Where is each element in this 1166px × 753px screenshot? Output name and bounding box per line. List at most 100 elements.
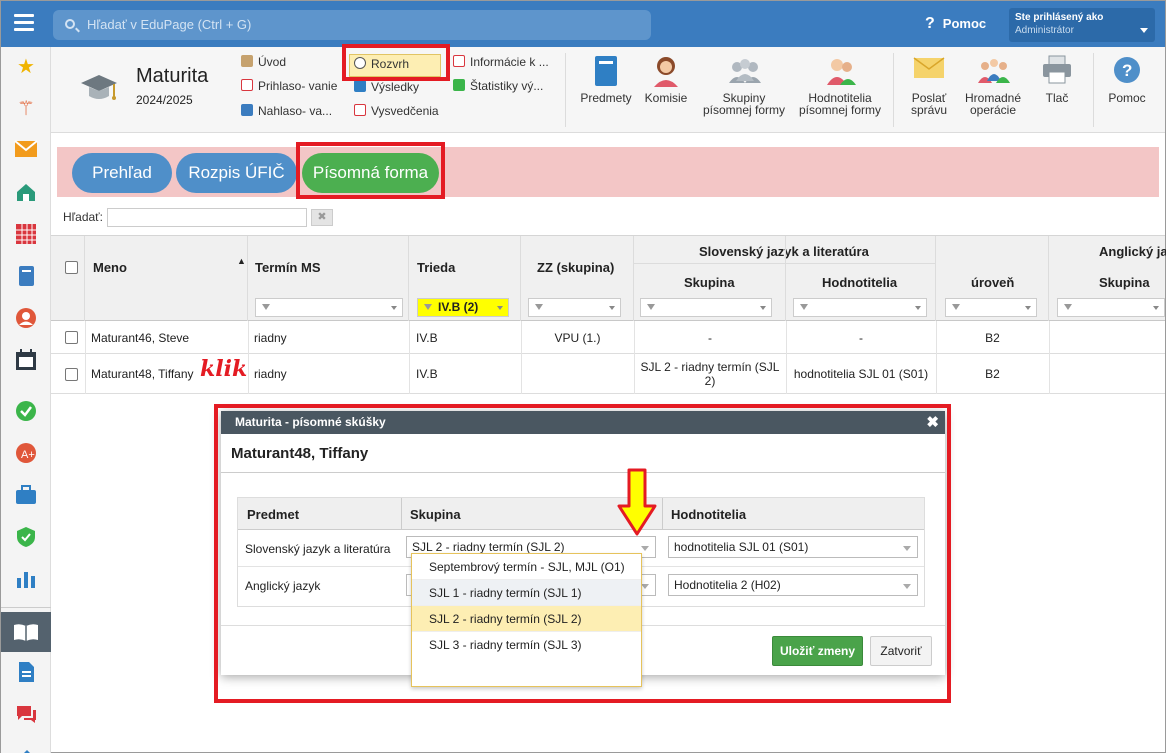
menu-nahlasovanie[interactable]: Nahlaso- va...	[241, 104, 332, 118]
dialog-predmet: Slovenský jazyk a literatúra	[245, 542, 391, 556]
dialog-col-hodnotitelia: Hodnotitelia	[671, 507, 747, 522]
cell-meno[interactable]: Maturant48, Tiffany	[91, 367, 194, 381]
sidebar-item-maturita-selected[interactable]	[1, 612, 51, 652]
filter-aj-skupina[interactable]	[1057, 298, 1165, 317]
poslat-spravu-button[interactable]: Poslať správu	[904, 55, 954, 116]
table-row[interactable]: Maturant46, Steve riadny IV.B VPU (1.) -…	[51, 321, 1165, 354]
dialog-col-predmet: Predmet	[247, 507, 300, 522]
menu-informacie[interactable]: Informácie k ...	[453, 55, 549, 69]
hromadne-operacie-button[interactable]: Hromadné operácie	[961, 55, 1025, 116]
cell-divider	[521, 354, 522, 394]
filter-trieda[interactable]: IV.B (2)	[417, 298, 509, 317]
menu-vysvedcenia[interactable]: Vysvedčenia	[354, 104, 439, 118]
header-skupina[interactable]: Skupina	[684, 275, 735, 290]
dropdown-option-selected[interactable]: SJL 2 - riadny termín (SJL 2)	[412, 606, 641, 632]
star-icon[interactable]: ★	[14, 55, 38, 79]
pomoc-button[interactable]: ? Pomoc	[1104, 55, 1150, 104]
cell-hodnotitelia[interactable]: -	[786, 331, 936, 345]
edit-icon[interactable]	[14, 743, 38, 753]
row-checkbox[interactable]	[65, 368, 78, 381]
header-termin[interactable]: Termín MS	[255, 260, 321, 275]
header-col-meno	[85, 236, 248, 322]
menu-statistiky[interactable]: Štatistiky vý...	[453, 79, 543, 93]
cell-skupina[interactable]: SJL 2 - riadny termín (SJL 2)	[638, 360, 782, 388]
grade-plus-icon[interactable]: A+	[14, 442, 38, 466]
cell-uroven[interactable]: B2	[936, 331, 1049, 345]
cell-trieda[interactable]: IV.B	[416, 331, 438, 345]
chart-bars-icon[interactable]	[14, 568, 38, 592]
evaluators-icon	[824, 55, 856, 87]
tlac-button[interactable]: Tlač	[1035, 55, 1079, 104]
header-aj-skupina[interactable]: Skupina	[1099, 275, 1150, 290]
briefcase-icon[interactable]	[14, 484, 38, 508]
grid-search-input[interactable]	[107, 208, 307, 227]
help-button[interactable]: ? Pomoc	[925, 15, 986, 33]
cell-divider	[409, 354, 410, 394]
mail-icon[interactable]	[14, 139, 38, 163]
dropdown-option[interactable]: SJL 1 - riadny termín (SJL 1)	[412, 580, 641, 606]
header-hodnotitelia[interactable]: Hodnotitelia	[822, 275, 897, 290]
save-button[interactable]: Uložiť zmeny	[772, 636, 863, 666]
cell-zz[interactable]: VPU (1.)	[521, 331, 634, 345]
tab-prehlad[interactable]: Prehľad	[72, 153, 172, 193]
row-checkbox[interactable]	[65, 331, 78, 344]
school-year: 2024/2025	[136, 93, 193, 107]
timetable-icon[interactable]	[14, 223, 38, 247]
cell-divider	[248, 354, 249, 394]
notebook-icon[interactable]	[14, 265, 38, 289]
cell-termin[interactable]: riadny	[254, 367, 287, 381]
header-trieda[interactable]: Trieda	[417, 260, 455, 275]
sort-asc-icon[interactable]: ▲	[237, 256, 246, 266]
question-icon: ?	[925, 15, 935, 32]
komisie-button[interactable]: Komisie	[642, 55, 690, 104]
select-all-checkbox[interactable]	[65, 261, 78, 274]
header-uroven[interactable]: úroveň	[971, 275, 1014, 290]
dropdown-option[interactable]: SJL 3 - riadny termín (SJL 3)	[412, 632, 641, 658]
close-button[interactable]: Zatvoriť	[870, 636, 932, 666]
dropdown-option[interactable]: Septembrový termín - SJL, MJL (O1)	[412, 554, 641, 580]
hodnotitelia-button[interactable]: Hodnotitelia písomnej formy	[796, 55, 884, 116]
magic-wand-icon[interactable]: ⚚	[14, 97, 38, 121]
cell-divider	[85, 354, 86, 394]
dialog-table-header: Predmet Skupina Hodnotitelia	[238, 498, 924, 530]
cell-hodnotitelia[interactable]: hodnotitelia SJL 01 (S01)	[786, 367, 936, 381]
filter-uroven[interactable]	[945, 298, 1037, 317]
cell-uroven[interactable]: B2	[936, 367, 1049, 381]
cell-meno[interactable]: Maturant46, Steve	[91, 331, 189, 345]
shield-icon[interactable]	[14, 526, 38, 550]
tab-pisomna-forma[interactable]: Písomná forma	[302, 153, 439, 193]
hodnotitelia-select-sjl[interactable]: hodnotitelia SJL 01 (S01)	[668, 536, 918, 558]
check-circle-icon[interactable]	[14, 400, 38, 424]
hodnotitelia-select-aj[interactable]: Hodnotitelia 2 (H02)	[668, 574, 918, 596]
predmety-button[interactable]: Predmety	[578, 55, 634, 104]
clear-search-button[interactable]: ✖	[311, 209, 333, 226]
header-meno[interactable]: Meno	[93, 260, 127, 275]
menu-rozvrh[interactable]: Rozvrh	[354, 57, 409, 71]
header-zz[interactable]: ZZ (skupina)	[537, 260, 614, 275]
filter-hodnotitelia[interactable]	[793, 298, 927, 317]
cell-termin[interactable]: riadny	[254, 331, 287, 345]
user-menu[interactable]: Ste prihlásený ako Administrátor	[1009, 8, 1155, 42]
filter-zz[interactable]	[528, 298, 621, 317]
document-icon[interactable]	[14, 661, 38, 685]
hamburger-menu-icon[interactable]	[14, 14, 34, 34]
chat-icon[interactable]	[14, 703, 38, 727]
close-icon[interactable]: ✖	[926, 411, 939, 434]
hodnotitelia-label-2: písomnej formy	[798, 103, 882, 117]
calendar-icon[interactable]	[14, 349, 38, 373]
menu-vysledky[interactable]: Výsledky	[354, 80, 419, 94]
tab-rozpis-ufic[interactable]: Rozpis ÚFIČ	[176, 153, 297, 193]
pomoc-label: Pomoc	[1108, 91, 1146, 105]
user-icon[interactable]	[14, 307, 38, 331]
cell-trieda[interactable]: IV.B	[416, 367, 438, 381]
home-icon[interactable]	[14, 181, 38, 205]
cell-skupina[interactable]: -	[634, 331, 786, 345]
menu-prihlasovanie[interactable]: Prihlaso- vanie	[241, 79, 337, 93]
menu-uvod[interactable]: Úvod	[241, 55, 286, 69]
search-icon	[65, 19, 75, 29]
filter-skupina[interactable]	[640, 298, 772, 317]
dialog-col-skupina: Skupina	[410, 507, 461, 522]
global-search-input[interactable]: Hľadať v EduPage (Ctrl + G)	[53, 10, 651, 40]
skupiny-button[interactable]: Skupiny písomnej formy	[699, 55, 789, 116]
filter-termin[interactable]	[255, 298, 403, 317]
